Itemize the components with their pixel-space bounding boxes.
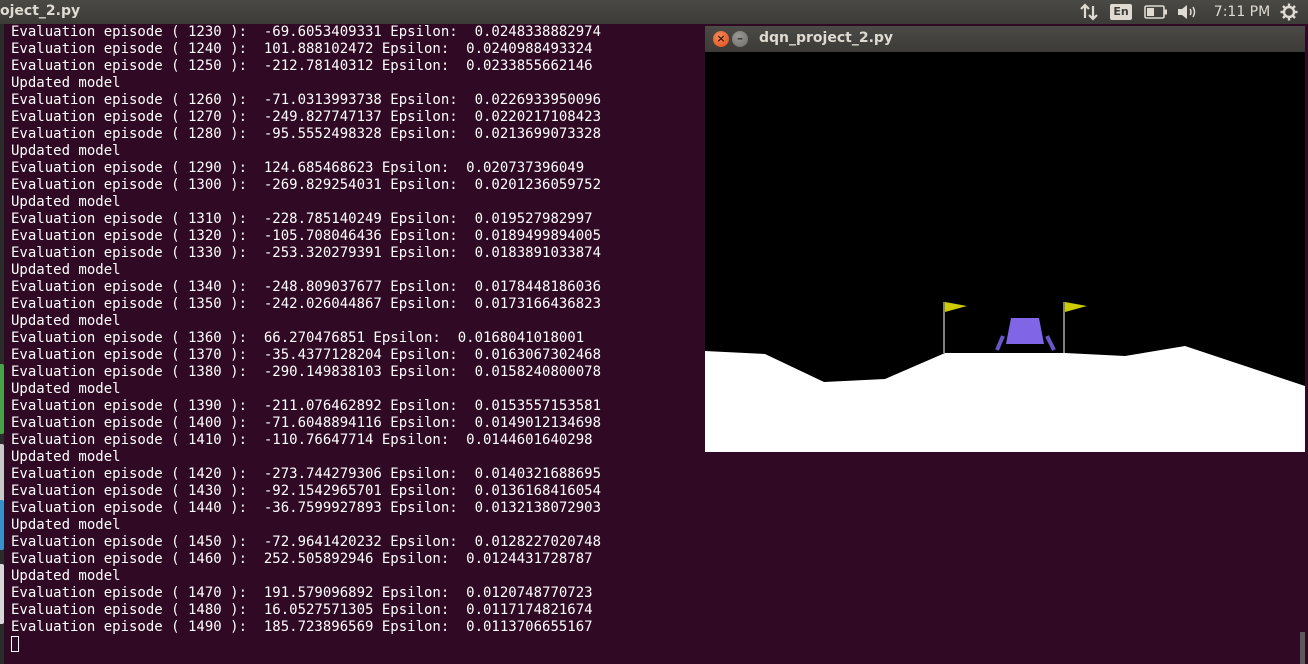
terminal-line: Updated model bbox=[11, 381, 121, 397]
clock[interactable]: 7:11 PM bbox=[1210, 0, 1274, 24]
terminal-cursor bbox=[11, 636, 19, 652]
game-window-title: dqn_project_2.py bbox=[759, 30, 894, 46]
terminal-line: Updated model bbox=[11, 194, 121, 210]
terminal-line: Evaluation episode ( 1330 ): -253.320279… bbox=[11, 245, 602, 261]
terminal-line: Evaluation episode ( 1490 ): 185.7238965… bbox=[11, 619, 593, 635]
volume-icon[interactable] bbox=[1176, 0, 1200, 24]
terminal-line: Updated model bbox=[11, 517, 121, 533]
terminal-line: Updated model bbox=[11, 143, 121, 159]
top-panel: oject_2.py En 7:11 PM bbox=[0, 0, 1308, 24]
terminal-line: Evaluation episode ( 1440 ): -36.7599927… bbox=[11, 500, 602, 516]
terminal-scrollbar[interactable] bbox=[1300, 632, 1305, 664]
terminal-line: Evaluation episode ( 1380 ): -290.149838… bbox=[11, 364, 602, 380]
terminal-output: Evaluation episode ( 1230 ): -69.6053409… bbox=[11, 24, 601, 636]
terminal-line: Evaluation episode ( 1430 ): -92.1542965… bbox=[11, 483, 602, 499]
terminal-line: Evaluation episode ( 1360 ): 66.27047685… bbox=[11, 330, 585, 346]
terminal-line: Evaluation episode ( 1240 ): 101.8881024… bbox=[11, 41, 593, 57]
close-button[interactable]: × bbox=[713, 31, 729, 47]
terminal-line: Evaluation episode ( 1340 ): -248.809037… bbox=[11, 279, 602, 295]
terminal-line: Updated model bbox=[11, 262, 121, 278]
terminal-line: Evaluation episode ( 1460 ): 252.5058929… bbox=[11, 551, 593, 567]
terminal-line: Evaluation episode ( 1480 ): 16.05275713… bbox=[11, 602, 593, 618]
network-arrows-icon[interactable] bbox=[1078, 0, 1100, 24]
terminal-line: Evaluation episode ( 1320 ): -105.708046… bbox=[11, 228, 602, 244]
lander-body bbox=[1006, 318, 1044, 344]
close-icon: × bbox=[716, 32, 726, 45]
terminal-line: Evaluation episode ( 1400 ): -71.6048894… bbox=[11, 415, 602, 431]
terminal-line: Evaluation episode ( 1370 ): -35.4377128… bbox=[11, 347, 602, 363]
terminal-line: Updated model bbox=[11, 313, 121, 329]
panel-window-title: oject_2.py bbox=[0, 3, 81, 19]
terminal-line: Evaluation episode ( 1260 ): -71.0313993… bbox=[11, 92, 602, 108]
keyboard-layout-indicator[interactable]: En bbox=[1110, 0, 1132, 24]
game-window-titlebar[interactable]: × – dqn_project_2.py bbox=[705, 26, 1305, 52]
minimize-icon: – bbox=[737, 31, 743, 45]
terminal-line: Evaluation episode ( 1390 ): -211.076462… bbox=[11, 398, 602, 414]
lunar-lander-canvas[interactable] bbox=[705, 52, 1305, 452]
terminal-line: Evaluation episode ( 1250 ): -212.781403… bbox=[11, 58, 593, 74]
terminal-line: Updated model bbox=[11, 75, 121, 91]
terminal-line: Evaluation episode ( 1290 ): 124.6854686… bbox=[11, 160, 585, 176]
battery-icon[interactable] bbox=[1142, 0, 1170, 24]
terminal-line: Evaluation episode ( 1470 ): 191.5790968… bbox=[11, 585, 593, 601]
terminal-line: Evaluation episode ( 1410 ): -110.766477… bbox=[11, 432, 593, 448]
gear-icon[interactable] bbox=[1278, 0, 1300, 24]
terminal-line: Evaluation episode ( 1280 ): -95.5552498… bbox=[11, 126, 602, 142]
terminal-line: Evaluation episode ( 1230 ): -69.6053409… bbox=[11, 24, 602, 40]
terminal[interactable]: Evaluation episode ( 1230 ): -69.6053409… bbox=[4, 24, 704, 664]
terminal-line: Updated model bbox=[11, 449, 121, 465]
terminal-line: Evaluation episode ( 1350 ): -242.026044… bbox=[11, 296, 602, 312]
game-window[interactable]: × – dqn_project_2.py bbox=[705, 26, 1305, 452]
terminal-line: Updated model bbox=[11, 568, 121, 584]
terminal-line: Evaluation episode ( 1310 ): -228.785140… bbox=[11, 211, 593, 227]
terminal-line: Evaluation episode ( 1300 ): -269.829254… bbox=[11, 177, 602, 193]
minimize-button[interactable]: – bbox=[732, 31, 748, 47]
terminal-line: Evaluation episode ( 1270 ): -249.827747… bbox=[11, 109, 602, 125]
keyboard-layout-icon: En bbox=[1110, 4, 1132, 20]
terminal-line: Evaluation episode ( 1420 ): -273.744279… bbox=[11, 466, 602, 482]
terminal-line: Evaluation episode ( 1450 ): -72.9641420… bbox=[11, 534, 602, 550]
